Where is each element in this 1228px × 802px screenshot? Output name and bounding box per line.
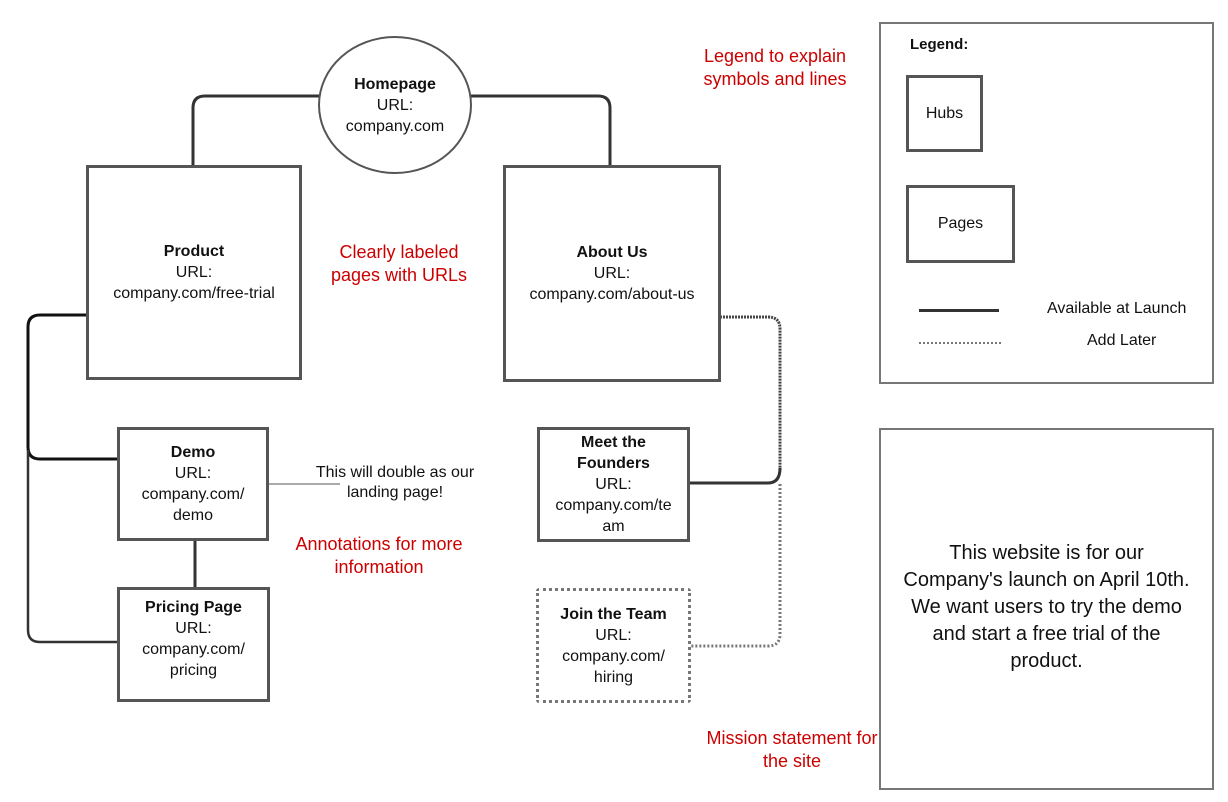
node-pricing: Pricing Page URL: company.com/ pricing — [117, 587, 270, 702]
node-demo: Demo URL: company.com/ demo — [117, 427, 269, 541]
node-title: Pricing Page — [145, 598, 242, 616]
legend-dotted-label: Add Later — [1087, 332, 1157, 349]
legend-solid-label: Available at Launch — [1047, 300, 1187, 317]
legend-dotted-line — [919, 342, 1001, 344]
node-url: company.com/ pricing — [142, 640, 245, 679]
legend-hubs-label: Hubs — [925, 104, 964, 122]
node-url-label: URL: — [595, 626, 632, 644]
node-url-label: URL: — [175, 619, 212, 637]
node-title: Product — [163, 243, 225, 260]
legend-title: Legend: — [910, 36, 969, 53]
annotation-mission: Mission statement for the site — [706, 728, 878, 771]
link-about-founders-dotted — [720, 315, 782, 470]
legend-hubs-symbol: Hubs — [906, 75, 983, 152]
node-join-team: Join the Team URL: company.com/ hiring — [536, 588, 691, 703]
link-product-pricing — [26, 450, 118, 644]
link-about-founders — [690, 467, 782, 485]
mission-panel: This website is for our Company's launch… — [879, 428, 1214, 790]
legend-panel: Legend: Hubs Pages Available at Launch A… — [879, 22, 1214, 384]
node-url-label: URL: — [376, 96, 414, 114]
annotation-legend: Legend to explain symbols and lines — [703, 46, 847, 89]
link-homepage-product — [191, 94, 320, 166]
node-url: company.com/ hiring — [562, 647, 665, 686]
mission-statement: This website is for our Company's launch… — [903, 542, 1190, 672]
node-url-label: URL: — [593, 265, 631, 282]
demo-callout-text: This will double as our landing page! — [315, 464, 475, 501]
link-homepage-about — [470, 94, 612, 166]
node-url: company.com/ demo — [141, 486, 245, 524]
node-url-label: URL: — [174, 465, 212, 482]
legend-pages-symbol: Pages — [906, 185, 1015, 263]
node-url: company.com — [345, 117, 445, 135]
legend-pages-label: Pages — [937, 215, 984, 232]
node-url-label: URL: — [595, 476, 632, 493]
node-url: company.com/team — [555, 497, 672, 535]
node-url: company.com/free-trial — [113, 285, 275, 302]
node-title: Meet the Founders — [577, 434, 650, 472]
node-title: About Us — [576, 244, 648, 261]
annotation-labels: Clearly labeled pages with URLs — [330, 242, 468, 285]
node-meet-founders: Meet the Founders URL: company.com/team — [537, 427, 690, 542]
node-product: Product URL: company.com/free-trial — [86, 165, 302, 380]
node-title: Join the Team — [560, 605, 667, 623]
legend-solid-line — [919, 309, 999, 312]
node-url: company.com/about-us — [529, 286, 695, 303]
link-join-team — [690, 484, 782, 648]
node-url-label: URL: — [175, 264, 213, 281]
annotation-more-info: Annotations for more information — [295, 534, 463, 577]
node-homepage: Homepage URL: company.com — [318, 36, 472, 174]
node-title: Homepage — [354, 75, 436, 93]
node-title: Demo — [170, 444, 216, 461]
node-about-us: About Us URL: company.com/about-us — [503, 165, 721, 382]
